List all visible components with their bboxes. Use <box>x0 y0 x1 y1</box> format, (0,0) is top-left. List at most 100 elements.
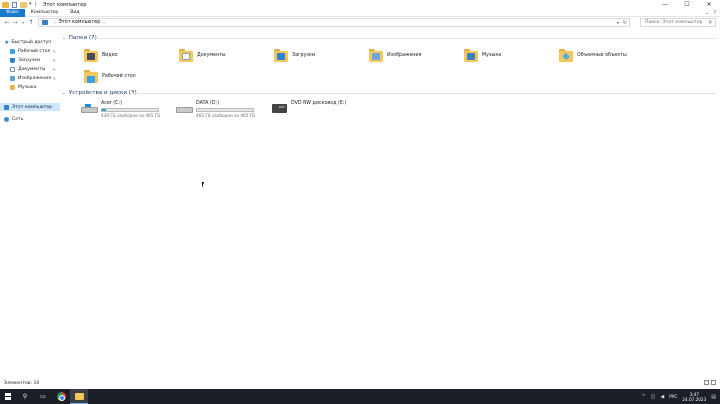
nav-label: Музыка <box>18 84 37 90</box>
nav-label: Рабочий стол <box>18 48 51 54</box>
group-divider <box>130 93 716 94</box>
forward-button[interactable]: → <box>11 19 19 26</box>
properties-icon[interactable] <box>12 1 17 8</box>
nav-label: Загрузки <box>18 57 41 63</box>
start-button[interactable] <box>0 389 16 404</box>
folder-pictures[interactable]: Изображения <box>369 46 459 64</box>
nav-item-music[interactable]: Музыка <box>10 83 60 91</box>
network-icon[interactable]: ◫ <box>651 394 656 400</box>
address-bar[interactable]: › Этот компьютер › ▾ ↻ <box>38 18 630 27</box>
clock[interactable]: 3:47 24.07.2023 <box>682 392 706 402</box>
help-icon[interactable]: ? <box>713 10 716 16</box>
folder-3d-objects[interactable]: Объемные объекты <box>559 46 669 64</box>
close-button[interactable]: ✕ <box>698 0 720 9</box>
nav-item-pictures[interactable]: Изображения ✎ <box>10 74 60 82</box>
maximize-button[interactable]: ☐ <box>676 0 698 9</box>
folder-label: Музыка <box>482 52 502 58</box>
large-icons-view-icon[interactable] <box>711 380 716 385</box>
task-view-button[interactable]: ▭ <box>34 389 52 404</box>
devices-group-header[interactable]: ⌄ Устройства и диски (3) <box>62 90 137 96</box>
folder-video[interactable]: Видео <box>84 46 174 64</box>
nav-quick-access[interactable]: ★ Быстрый доступ <box>4 38 60 46</box>
navigation-pane: ★ Быстрый доступ Рабочий стол ✎ Загрузки… <box>0 30 60 380</box>
downloads-folder-icon <box>274 48 288 62</box>
search-button[interactable]: ⚲ <box>16 389 34 404</box>
pin-icon: ✎ <box>52 57 56 63</box>
chevron-down-icon[interactable]: ⌄ <box>62 36 66 41</box>
new-folder-icon[interactable] <box>20 1 27 8</box>
nav-item-this-pc[interactable]: Этот компьютер <box>0 103 60 111</box>
system-tray: ^ ◫ ◀ РУС 3:47 24.07.2023 ▤ <box>641 389 716 404</box>
pin-icon: ✎ <box>52 48 56 54</box>
music-folder-icon <box>464 48 478 62</box>
nav-label: Сеть <box>12 116 24 122</box>
recent-locations-icon[interactable]: ▾ <box>19 20 27 25</box>
language-indicator[interactable]: РУС <box>669 394 677 399</box>
tab-file[interactable]: Файл <box>0 8 25 17</box>
search-placeholder: Поиск: Этот компьютер <box>645 20 703 25</box>
tab-computer[interactable]: Компьютер <box>25 9 65 17</box>
folder-label: Видео <box>102 52 118 58</box>
explorer-taskbar-button[interactable] <box>70 389 88 404</box>
taskbar: ⚲ ▭ ^ ◫ ◀ РУС 3:47 24.07.2023 ▤ <box>0 389 720 404</box>
chevron-down-icon[interactable]: ⌄ <box>62 91 66 96</box>
notifications-icon[interactable]: ▤ <box>711 394 716 400</box>
quick-access-dropdown-icon[interactable]: ▾ <box>29 2 33 7</box>
chrome-taskbar-button[interactable] <box>52 389 70 404</box>
status-item-count: Элементов: 10 <box>4 381 40 386</box>
folder-desktop[interactable]: Рабочий стол <box>84 67 174 85</box>
search-icon: ⚲ <box>22 393 28 400</box>
pin-icon: ✎ <box>52 66 56 72</box>
pictures-icon <box>10 75 15 81</box>
desktop-icon <box>10 48 15 54</box>
drive-usage-fill <box>102 109 107 111</box>
folder-label: Объемные объекты <box>577 52 627 58</box>
minimize-button[interactable]: — <box>654 0 676 9</box>
breadcrumb-arrow-icon[interactable]: › <box>103 20 105 25</box>
nav-item-documents[interactable]: Документы ✎ <box>10 65 60 73</box>
details-view-icon[interactable] <box>704 380 709 385</box>
chrome-icon <box>56 392 66 401</box>
folder-icon <box>74 392 84 400</box>
explorer-folder-icon <box>2 1 9 8</box>
chevron-up-icon[interactable]: ^ <box>641 394 645 400</box>
drive-name: DATA (D:) <box>196 101 219 106</box>
volume-icon[interactable]: ◀ <box>660 394 664 400</box>
breadcrumb[interactable]: Этот компьютер <box>59 20 101 25</box>
pin-icon: ✎ <box>52 75 56 81</box>
nav-item-downloads[interactable]: Загрузки ✎ <box>10 56 60 64</box>
drive-free-space: 430 ГБ свободно из 465 ГБ <box>101 113 161 118</box>
drive-usage-bar <box>101 108 159 112</box>
drive-c[interactable]: Acer (C:) 430 ГБ свободно из 465 ГБ <box>81 101 160 121</box>
computer-icon <box>42 20 48 25</box>
folder-label: Загрузки <box>292 52 315 58</box>
star-icon: ★ <box>4 38 10 46</box>
nav-label: Быстрый доступ <box>11 39 52 45</box>
video-folder-icon <box>84 48 98 62</box>
back-button[interactable]: ← <box>3 19 11 26</box>
up-button[interactable]: ↑ <box>27 19 35 26</box>
drive-name: Acer (C:) <box>101 101 122 106</box>
drive-e[interactable]: DVD DVD RW дисковод (E:) <box>271 101 346 121</box>
nav-item-desktop[interactable]: Рабочий стол ✎ <box>10 47 60 55</box>
folder-downloads[interactable]: Загрузки <box>274 46 364 64</box>
drive-usage-bar <box>196 108 254 112</box>
music-icon <box>10 84 15 90</box>
nav-label: Документы <box>18 66 46 72</box>
expand-ribbon-icon[interactable]: ⌄ <box>705 10 709 16</box>
folder-documents[interactable]: Документы <box>179 46 269 64</box>
windows-logo-icon <box>4 393 12 400</box>
task-view-icon: ▭ <box>40 393 46 400</box>
nav-item-network[interactable]: Сеть <box>4 115 60 123</box>
group-title: Устройства и диски (3) <box>68 90 137 96</box>
address-dropdown-icon[interactable]: ▾ <box>617 20 619 25</box>
nav-label: Изображения <box>18 75 51 81</box>
tab-view[interactable]: Вид <box>64 9 85 17</box>
folder-music[interactable]: Музыка <box>464 46 554 64</box>
drive-d[interactable]: DATA (D:) 465 ГБ свободно из 465 ГБ <box>176 101 255 121</box>
refresh-icon[interactable]: ↻ <box>623 20 627 26</box>
search-input[interactable]: Поиск: Этот компьютер ⚲ <box>640 18 716 27</box>
breadcrumb-arrow-icon[interactable]: › <box>54 20 56 25</box>
folders-group-header[interactable]: ⌄ Папки (7) <box>62 35 97 41</box>
desktop-folder-icon <box>84 69 98 83</box>
